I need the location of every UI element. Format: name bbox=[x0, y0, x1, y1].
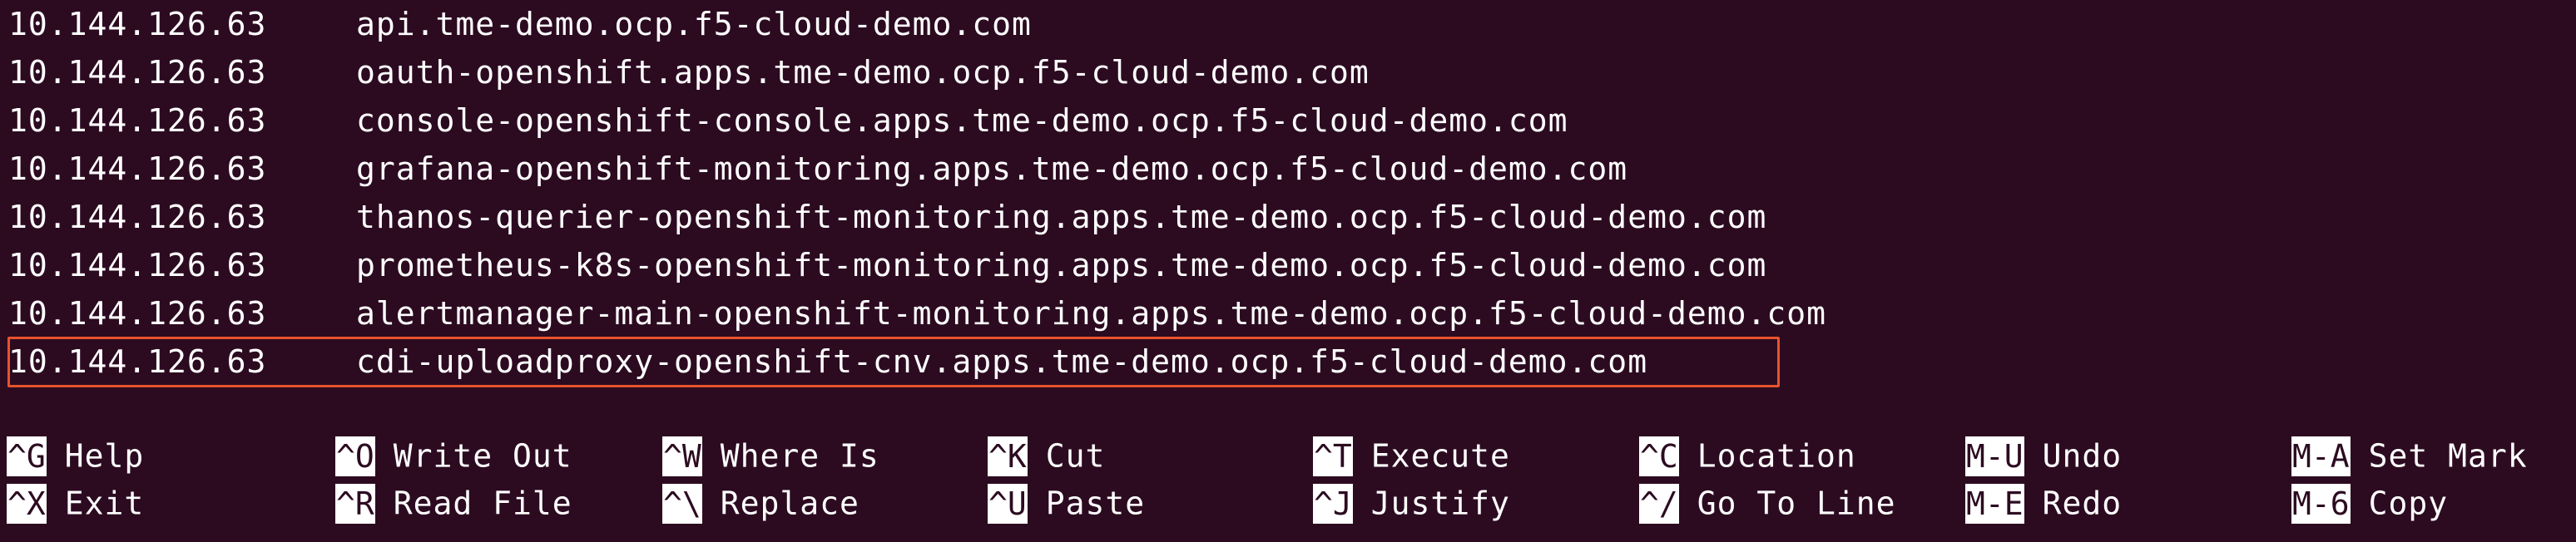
hostname: alertmanager-main-openshift-monitoring.a… bbox=[356, 295, 1826, 332]
shortcut-justify[interactable]: ^J Justify bbox=[1313, 479, 1510, 524]
hosts-line[interactable]: 10.144.126.63 alertmanager-main-openshift… bbox=[8, 289, 1826, 338]
highlight-box bbox=[7, 337, 1780, 387]
hostname: oauth-openshift.apps.tme-demo.ocp.f5-clo… bbox=[356, 54, 1370, 91]
shortcut-label: Copy bbox=[2368, 485, 2449, 522]
shortcut-exit[interactable]: ^X Exit bbox=[7, 479, 144, 524]
shortcut-set-mark[interactable]: M-A Set Mark bbox=[2291, 431, 2528, 476]
shortcut-copy[interactable]: M-6 Copy bbox=[2291, 479, 2448, 524]
ip-address: 10.144.126.63 bbox=[8, 102, 267, 139]
ip-address: 10.144.126.63 bbox=[8, 247, 267, 283]
shortcut-key: ^J bbox=[1313, 483, 1353, 524]
shortcut-key: M-U bbox=[1965, 436, 2024, 476]
shortcut-label: Go To Line bbox=[1697, 485, 1896, 522]
shortcut-label: Redo bbox=[2042, 485, 2123, 522]
shortcut-label: Read File bbox=[393, 485, 572, 522]
shortcut-label: Cut bbox=[1045, 437, 1106, 475]
hosts-line[interactable]: 10.144.126.63 prometheus-k8s-openshift-mo… bbox=[8, 241, 1766, 289]
shortcut-label: Write Out bbox=[393, 437, 572, 475]
shortcut-key: ^C bbox=[1639, 436, 1679, 476]
hosts-line[interactable]: 10.144.126.63 thanos-querier-openshift-mo… bbox=[8, 193, 1766, 241]
hosts-line[interactable]: 10.144.126.63 api.tme-demo.ocp.f5-cloud-d… bbox=[8, 0, 1032, 48]
hosts-line[interactable]: 10.144.126.63 oauth-openshift.apps.tme-de… bbox=[8, 48, 1370, 96]
shortcut-key: ^U bbox=[988, 483, 1028, 524]
shortcut-paste[interactable]: ^U Paste bbox=[988, 479, 1145, 524]
shortcut-label: Execute bbox=[1370, 437, 1510, 475]
hostname: thanos-querier-openshift-monitoring.apps… bbox=[356, 199, 1767, 235]
ip-address: 10.144.126.63 bbox=[8, 199, 267, 235]
shortcut-label: Set Mark bbox=[2368, 437, 2528, 475]
shortcut-key: ^K bbox=[988, 436, 1028, 476]
ip-address: 10.144.126.63 bbox=[8, 295, 267, 332]
hostname: api.tme-demo.ocp.f5-cloud-demo.com bbox=[356, 6, 1032, 42]
shortcut-label: Location bbox=[1697, 437, 1856, 475]
shortcut-key: M-A bbox=[2291, 436, 2351, 476]
shortcut-cut[interactable]: ^K Cut bbox=[988, 431, 1105, 476]
shortcut-label: Replace bbox=[720, 485, 859, 522]
hosts-line[interactable]: 10.144.126.63 console-openshift-console.a… bbox=[8, 96, 1568, 145]
ip-address: 10.144.126.63 bbox=[8, 150, 267, 187]
shortcut-label: Help bbox=[64, 437, 145, 475]
shortcut-key: ^O bbox=[335, 436, 375, 476]
shortcut-undo[interactable]: M-U Undo bbox=[1965, 431, 2122, 476]
shortcut-key: ^\ bbox=[662, 483, 702, 524]
shortcut-go-to-line[interactable]: ^/ Go To Line bbox=[1639, 479, 1896, 524]
shortcut-key: ^X bbox=[7, 483, 47, 524]
shortcut-help[interactable]: ^G Help bbox=[7, 431, 144, 476]
shortcut-key: ^G bbox=[7, 436, 47, 476]
shortcut-key: ^T bbox=[1313, 436, 1353, 476]
shortcut-label: Where Is bbox=[720, 437, 879, 475]
shortcut-key: ^R bbox=[335, 483, 375, 524]
shortcut-location[interactable]: ^C Location bbox=[1639, 431, 1856, 476]
shortcut-redo[interactable]: M-E Redo bbox=[1965, 479, 2122, 524]
shortcut-write-out[interactable]: ^O Write Out bbox=[335, 431, 572, 476]
shortcut-key: ^/ bbox=[1639, 483, 1679, 524]
shortcut-label: Paste bbox=[1045, 485, 1146, 522]
shortcut-label: Undo bbox=[2042, 437, 2123, 475]
shortcut-key: M-E bbox=[1965, 483, 2024, 524]
shortcut-replace[interactable]: ^\ Replace bbox=[662, 479, 859, 524]
nano-editor[interactable]: 10.144.126.63 api.tme-demo.ocp.f5-cloud-d… bbox=[0, 0, 2576, 542]
shortcut-label: Justify bbox=[1370, 485, 1510, 522]
shortcut-label: Exit bbox=[64, 485, 145, 522]
shortcut-key: M-6 bbox=[2291, 483, 2351, 524]
hosts-line[interactable]: 10.144.126.63 grafana-openshift-monitorin… bbox=[8, 145, 1627, 193]
shortcut-key: ^W bbox=[662, 436, 702, 476]
hostname: grafana-openshift-monitoring.apps.tme-de… bbox=[356, 150, 1628, 187]
shortcut-where-is[interactable]: ^W Where Is bbox=[662, 431, 879, 476]
hostname: prometheus-k8s-openshift-monitoring.apps… bbox=[356, 247, 1767, 283]
ip-address: 10.144.126.63 bbox=[8, 54, 267, 91]
hostname: console-openshift-console.apps.tme-demo.… bbox=[356, 102, 1568, 139]
shortcut-read-file[interactable]: ^R Read File bbox=[335, 479, 572, 524]
shortcut-execute[interactable]: ^T Execute bbox=[1313, 431, 1510, 476]
ip-address: 10.144.126.63 bbox=[8, 6, 267, 42]
